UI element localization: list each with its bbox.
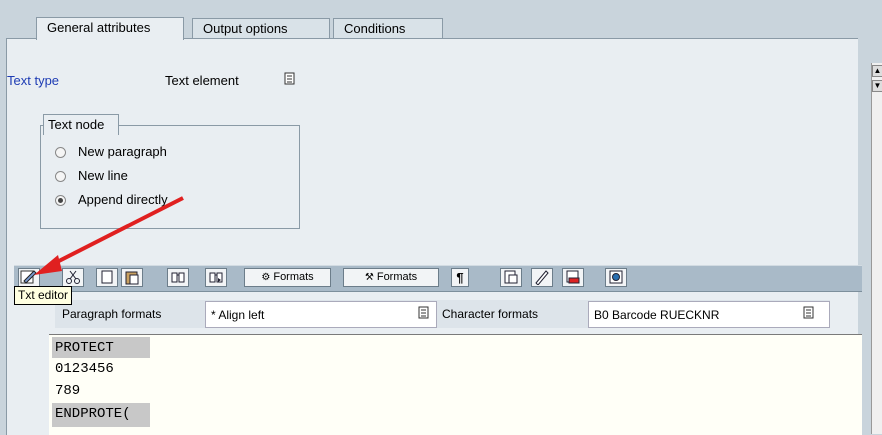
scroll-up-icon[interactable]: ▲ [872,65,882,77]
fill-icon[interactable] [562,268,584,287]
formats-icon: ⚒ [364,272,374,283]
formats-icon: ⚙ [261,272,271,283]
tab-label: Output options [203,21,288,36]
tab-output-options[interactable]: Output options [192,18,330,38]
radio-new-line[interactable] [55,171,66,182]
dropdown-icon[interactable] [418,306,430,323]
character-formats-value: B0 Barcode RUECKNR [594,308,720,322]
scroll-down-icon[interactable]: ▼ [872,80,882,92]
paste-icon[interactable] [121,268,143,287]
text-type-value[interactable]: Text element [165,73,239,88]
paragraph-formats-label: Paragraph formats [62,307,162,321]
txt-editor-tooltip: Txt editor [14,286,73,305]
preview-icon[interactable] [605,268,627,287]
paragraph-formats-field[interactable]: * Align left [205,301,437,328]
editor-line: 0123456 [55,361,114,377]
character-formats-label: Character formats [442,307,539,321]
editor-line: ENDPROTE( [55,406,131,422]
radio-new-paragraph[interactable] [55,147,66,158]
pilcrow-icon[interactable]: ¶ [451,268,469,287]
tab-conditions[interactable]: Conditions [333,18,443,38]
radio-label-append-directly: Append directly [78,192,168,207]
editor-line: PROTECT [55,340,114,356]
text-node-title: Text node [43,114,120,135]
radio-label-new-line: New line [78,168,128,183]
find-icon[interactable] [167,268,189,287]
copy-icon[interactable] [96,268,118,287]
tab-label: General attributes [47,20,151,35]
paragraph-formats-value: * Align left [211,308,265,322]
tab-general-attributes[interactable]: General attributes [36,17,184,40]
dropdown-icon[interactable] [803,306,815,323]
cut-icon[interactable] [62,268,84,287]
formats-label: Formats [376,271,418,283]
vertical-scrollbar[interactable]: ▲ ▼ [871,63,882,434]
editor-line: 789 [55,383,81,399]
pencil-icon[interactable] [531,268,553,287]
tab-label: Conditions [344,21,406,36]
text-editor[interactable] [49,334,862,435]
text-type-label: Text type [7,73,60,88]
formats-button-2[interactable]: ⚒ Formats [343,268,439,287]
radio-label-new-paragraph: New paragraph [78,144,167,159]
radio-append-directly[interactable] [55,195,66,206]
insert-icon[interactable] [500,268,522,287]
txt-editor-icon[interactable] [18,268,40,287]
formats-label: Formats [273,271,314,283]
find-next-icon[interactable] [205,268,227,287]
character-formats-field[interactable]: B0 Barcode RUECKNR [588,301,830,328]
formats-button-1[interactable]: ⚙ Formats [244,268,331,287]
dropdown-icon[interactable] [284,72,296,86]
